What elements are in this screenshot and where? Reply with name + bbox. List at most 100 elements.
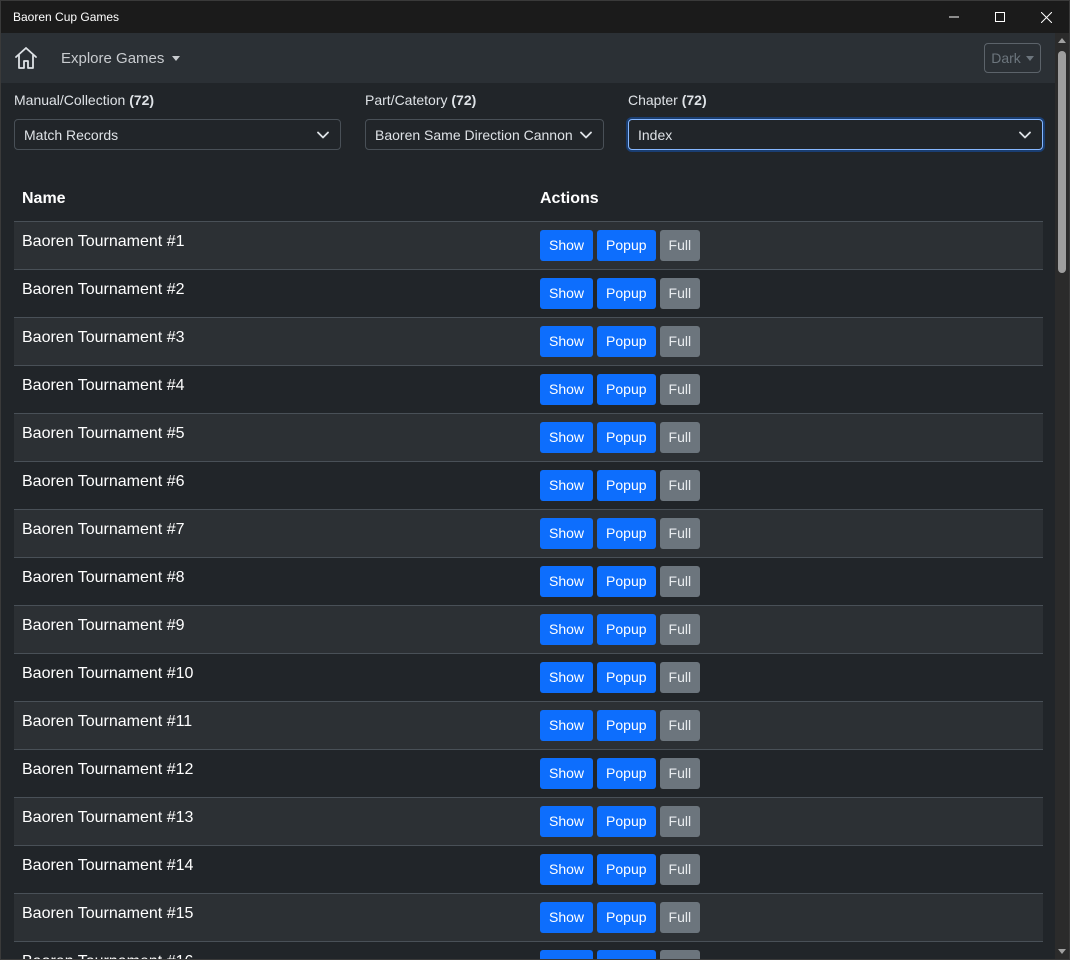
popup-button[interactable]: Popup xyxy=(597,470,656,501)
name-column-header: Name xyxy=(14,177,532,222)
show-button[interactable]: Show xyxy=(540,326,594,357)
scroll-down-arrow-icon[interactable] xyxy=(1058,949,1066,954)
popup-button[interactable]: Popup xyxy=(597,758,656,789)
collection-count: (72) xyxy=(129,92,155,108)
show-button[interactable]: Show xyxy=(540,470,594,501)
close-icon xyxy=(1040,11,1052,23)
popup-button[interactable]: Popup xyxy=(597,278,656,309)
theme-dropdown-button[interactable]: Dark xyxy=(984,43,1041,73)
show-button[interactable]: Show xyxy=(540,278,594,309)
row-actions: ShowPopupFull xyxy=(532,269,1043,318)
popup-button[interactable]: Popup xyxy=(597,806,656,837)
show-button[interactable]: Show xyxy=(540,662,594,693)
minimize-button[interactable] xyxy=(931,1,977,33)
full-button[interactable]: Full xyxy=(659,374,701,405)
maximize-button[interactable] xyxy=(977,1,1023,33)
show-button[interactable]: Show xyxy=(540,806,594,837)
full-button[interactable]: Full xyxy=(659,326,701,357)
title-bar: Baoren Cup Games xyxy=(1,1,1069,33)
show-button[interactable]: Show xyxy=(540,854,594,885)
row-actions: ShowPopupFull xyxy=(532,365,1043,414)
show-button[interactable]: Show xyxy=(540,566,594,597)
full-button[interactable]: Full xyxy=(659,902,701,933)
table-row: Baoren Tournament #13 Show Popup Full xyxy=(14,797,1043,846)
caret-down-icon xyxy=(1025,55,1034,61)
game-name: Baoren Tournament #16 xyxy=(14,941,532,959)
game-name: Baoren Tournament #8 xyxy=(14,557,532,606)
games-table-container: Name Actions Baoren Tournament #1 Show Pop… xyxy=(14,177,1043,959)
popup-button[interactable]: Popup xyxy=(597,710,656,741)
show-button[interactable]: Show xyxy=(540,902,594,933)
game-name: Baoren Tournament #1 xyxy=(14,221,532,270)
popup-button[interactable]: Popup xyxy=(597,950,656,959)
popup-button[interactable]: Popup xyxy=(597,374,656,405)
row-actions: ShowPopupFull xyxy=(532,509,1043,558)
row-actions: ShowPopupFull xyxy=(532,221,1043,270)
full-button[interactable]: Full xyxy=(659,278,701,309)
games-table: Name Actions Baoren Tournament #1 Show Pop… xyxy=(14,177,1043,959)
popup-button[interactable]: Popup xyxy=(597,518,656,549)
table-header-row: Name Actions xyxy=(14,177,1043,222)
show-button[interactable]: Show xyxy=(540,950,594,959)
show-button[interactable]: Show xyxy=(540,518,594,549)
row-actions: ShowPopupFull xyxy=(532,893,1043,942)
collection-label-text: Manual/Collection xyxy=(14,92,126,108)
collection-select[interactable]: Match Records xyxy=(14,119,341,150)
part-select[interactable]: Baoren Same Direction Cannon xyxy=(365,119,604,150)
full-button[interactable]: Full xyxy=(659,854,701,885)
chevron-down-icon xyxy=(579,128,593,142)
popup-button[interactable]: Popup xyxy=(597,326,656,357)
popup-button[interactable]: Popup xyxy=(597,662,656,693)
row-actions: ShowPopupFull xyxy=(532,941,1043,959)
popup-button[interactable]: Popup xyxy=(597,566,656,597)
popup-button[interactable]: Popup xyxy=(597,854,656,885)
show-button[interactable]: Show xyxy=(540,374,594,405)
game-name: Baoren Tournament #15 xyxy=(14,893,532,942)
full-button[interactable]: Full xyxy=(659,950,701,959)
popup-button[interactable]: Popup xyxy=(597,902,656,933)
explore-games-dropdown[interactable]: Explore Games xyxy=(61,50,181,67)
game-name: Baoren Tournament #3 xyxy=(14,317,532,366)
app-window: Baoren Cup Games Explore Games Dark Manu… xyxy=(0,0,1070,960)
full-button[interactable]: Full xyxy=(659,662,701,693)
popup-button[interactable]: Popup xyxy=(597,230,656,261)
theme-label: Dark xyxy=(991,50,1021,66)
chapter-count: (72) xyxy=(681,92,707,108)
full-button[interactable]: Full xyxy=(659,422,701,453)
table-row: Baoren Tournament #1 Show Popup Full xyxy=(14,221,1043,270)
full-button[interactable]: Full xyxy=(659,470,701,501)
show-button[interactable]: Show xyxy=(540,758,594,789)
table-body: Baoren Tournament #1 Show Popup Full Baoren … xyxy=(14,221,1043,959)
full-button[interactable]: Full xyxy=(659,614,701,645)
scroll-thumb[interactable] xyxy=(1058,51,1066,273)
show-button[interactable]: Show xyxy=(540,230,594,261)
full-button[interactable]: Full xyxy=(659,758,701,789)
chapter-select[interactable]: Index xyxy=(628,119,1043,150)
window-title: Baoren Cup Games xyxy=(13,10,120,24)
scroll-up-arrow-icon[interactable] xyxy=(1058,38,1066,43)
full-button[interactable]: Full xyxy=(659,518,701,549)
table-row: Baoren Tournament #6 Show Popup Full xyxy=(14,461,1043,510)
game-name: Baoren Tournament #11 xyxy=(14,701,532,750)
full-button[interactable]: Full xyxy=(659,806,701,837)
table-row: Baoren Tournament #5 Show Popup Full xyxy=(14,413,1043,462)
home-button[interactable] xyxy=(13,45,39,71)
row-actions: ShowPopupFull xyxy=(532,653,1043,702)
show-button[interactable]: Show xyxy=(540,710,594,741)
minimize-icon xyxy=(949,16,959,18)
popup-button[interactable]: Popup xyxy=(597,422,656,453)
popup-button[interactable]: Popup xyxy=(597,614,656,645)
chapter-label: Chapter (72) xyxy=(628,92,1043,110)
top-navbar: Explore Games Dark xyxy=(1,33,1069,83)
show-button[interactable]: Show xyxy=(540,422,594,453)
table-row: Baoren Tournament #14 Show Popup Full xyxy=(14,845,1043,894)
close-button[interactable] xyxy=(1023,1,1069,33)
table-row: Baoren Tournament #9 Show Popup Full xyxy=(14,605,1043,654)
full-button[interactable]: Full xyxy=(659,230,701,261)
vertical-scrollbar[interactable] xyxy=(1055,33,1069,959)
show-button[interactable]: Show xyxy=(540,614,594,645)
table-row: Baoren Tournament #8 Show Popup Full xyxy=(14,557,1043,606)
full-button[interactable]: Full xyxy=(659,710,701,741)
game-name: Baoren Tournament #4 xyxy=(14,365,532,414)
full-button[interactable]: Full xyxy=(659,566,701,597)
